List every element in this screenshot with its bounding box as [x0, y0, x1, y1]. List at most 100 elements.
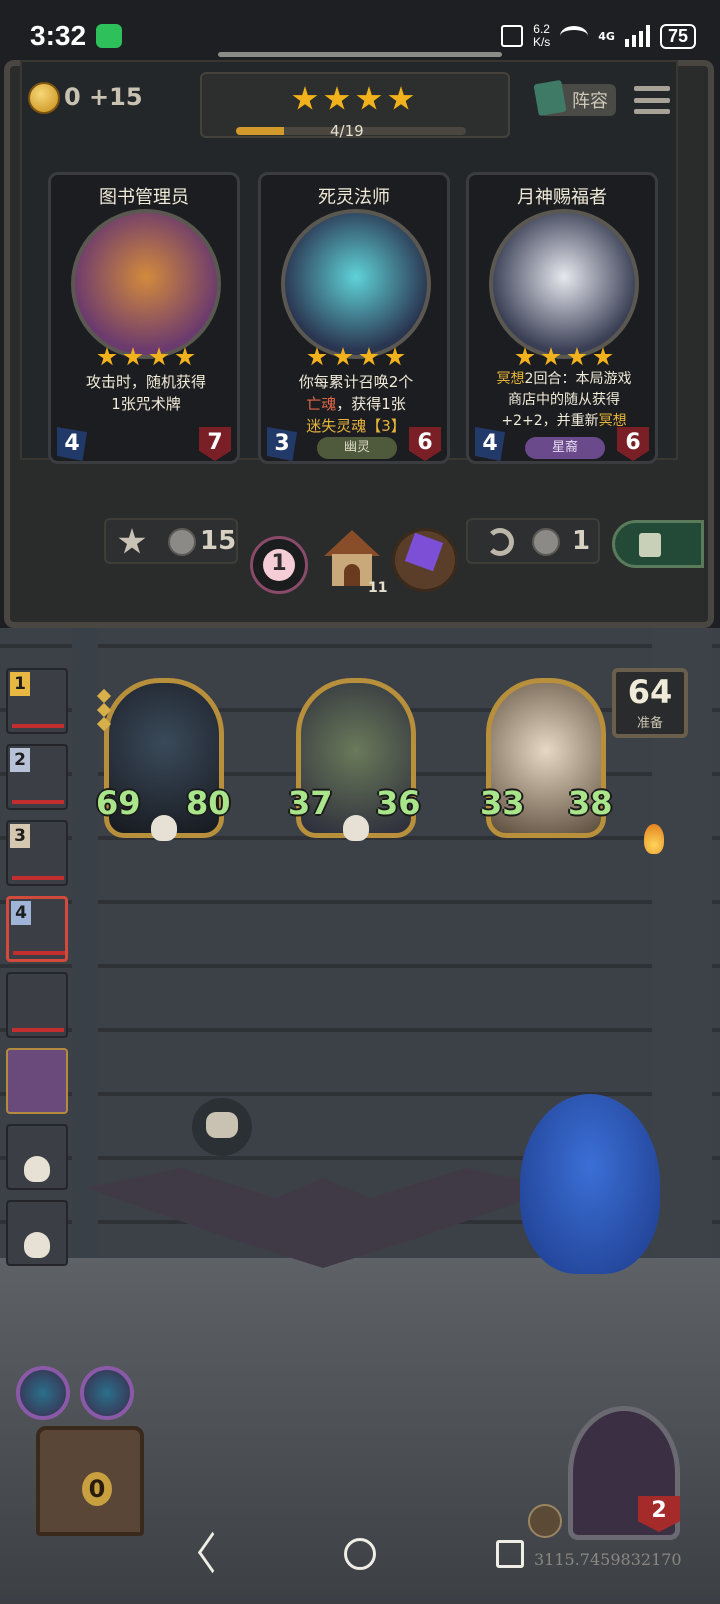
opponent-health-bar: [12, 1028, 64, 1032]
menu-line: [634, 97, 670, 103]
opponent-avatar[interactable]: 1: [6, 668, 68, 734]
opponent-avatar[interactable]: 2: [6, 744, 68, 810]
minion-health: 38: [568, 784, 613, 822]
chat-bubble-icon: [206, 1112, 238, 1138]
skull-icon: [24, 1156, 50, 1182]
lock-shop-button[interactable]: [612, 520, 704, 568]
skull-icon: [343, 815, 369, 841]
star-icon: [123, 347, 143, 366]
card-desc-keyword: 亡魂: [306, 395, 337, 413]
wechat-notification-icon: [96, 24, 123, 48]
chat-button[interactable]: [192, 1098, 252, 1156]
star-icon: [541, 347, 561, 366]
minion-health: 36: [376, 784, 421, 822]
pet-bird[interactable]: [520, 1094, 660, 1274]
trinket-icon[interactable]: [16, 1366, 70, 1420]
gem-marks: [96, 688, 112, 732]
upgrade-tavern-button[interactable]: 15: [104, 518, 238, 564]
nav-home-button[interactable]: [344, 1538, 376, 1570]
card-attack: 3: [267, 427, 297, 461]
opponent-rank: 1: [10, 672, 30, 696]
star-icon: [385, 347, 405, 366]
book-icon: [533, 79, 567, 117]
card-desc-line: 1张咒术牌: [111, 395, 181, 413]
drag-handle[interactable]: [218, 52, 502, 57]
card-stars: [307, 347, 405, 367]
star-icon: [359, 347, 379, 366]
minion-attack: 69: [96, 784, 141, 822]
card-tribe-badge: 星裔: [525, 437, 605, 459]
opponent-avatar-eliminated[interactable]: [6, 1200, 68, 1266]
card-desc-line: 攻击时，随机获得: [85, 373, 206, 391]
card-tribe-badge: 幽灵: [317, 437, 397, 459]
nav-back-button[interactable]: [196, 1538, 224, 1570]
star-icon: [149, 347, 169, 366]
opponent-health-bar: [12, 724, 64, 728]
card-desc-keyword: 冥想: [598, 413, 627, 429]
star-icon: [388, 86, 414, 110]
shop-card-necromancer[interactable]: 死灵法师 你每累计召唤2个 亡魂，获得1张 迷失灵魂【3】 幽灵 3 6: [258, 172, 450, 464]
librarian-portrait: [71, 209, 221, 359]
refresh-cost: 1: [572, 526, 591, 556]
opponent-rank: 2: [10, 748, 30, 772]
bat-emblem: [86, 1168, 560, 1268]
vibrate-icon: [500, 25, 523, 47]
tier-xp-fill: [236, 127, 285, 135]
card-health: 6: [617, 427, 649, 461]
nav-recents-button[interactable]: [496, 1540, 524, 1568]
house-door: [344, 564, 360, 586]
lock-icon: [639, 533, 661, 557]
card-health: 6: [409, 427, 441, 461]
trinket-icon[interactable]: [80, 1366, 134, 1420]
torch-icon: [644, 824, 670, 884]
card-desc-line: +2+2，并重新: [501, 413, 599, 429]
flower-token-button[interactable]: 1: [250, 536, 308, 594]
gold-coin-icon: [28, 82, 60, 114]
gold-counter: 0 +15: [64, 83, 143, 111]
refresh-shop-button[interactable]: 1: [466, 518, 600, 564]
opponent-avatar-eliminated[interactable]: [6, 1124, 68, 1190]
menu-line: [634, 109, 670, 114]
shop-card-librarian[interactable]: 图书管理员 攻击时，随机获得 1张咒术牌 4 7: [48, 172, 240, 464]
signal-icon: [624, 25, 650, 47]
tier-xp-text: 4/19: [330, 122, 364, 140]
star-icon: [567, 347, 587, 366]
shop-card-moon-blessed[interactable]: 月神赐福者 冥想2回合：本局游戏 商店中的随从获得 +2+2，并重新冥想 星裔 …: [466, 172, 658, 464]
card-desc-line: 你每累计召唤2个: [298, 373, 414, 391]
house-count: 11: [368, 580, 388, 596]
card-desc-line: 商店中的随从获得: [508, 392, 620, 408]
network-speed-unit: K/s: [532, 35, 551, 49]
minion-health: 80: [186, 784, 231, 822]
upgrade-cost: 15: [200, 526, 237, 556]
star-icon: [292, 86, 318, 110]
network-speed: 6.2 K/s: [533, 23, 550, 49]
card-stars: [97, 347, 195, 367]
clock: 3:32: [30, 20, 87, 51]
opponent-avatar[interactable]: 3: [6, 820, 68, 886]
network-type: 4G: [598, 29, 615, 43]
refresh-icon: [486, 528, 514, 556]
prep-timer: 64 准备: [612, 668, 688, 738]
opponent-avatar[interactable]: [6, 972, 68, 1038]
card-description: 攻击时，随机获得 1张咒术牌: [67, 371, 225, 415]
opponent-avatar-self[interactable]: 4: [6, 896, 68, 962]
card-desc-line: ，获得1张: [336, 395, 406, 413]
hand-count: 0: [82, 1472, 112, 1506]
wifi-icon: [560, 26, 589, 46]
minion-attack: 37: [288, 784, 333, 822]
gem-icon: [404, 532, 444, 572]
gem-bag-icon[interactable]: [392, 528, 458, 592]
coin-icon: [168, 528, 196, 556]
card-name: 图书管理员: [99, 187, 189, 208]
star-icon: [97, 347, 117, 366]
opponent-health-bar: [12, 800, 64, 804]
opponent-avatar[interactable]: [6, 1048, 68, 1114]
moon-blessed-portrait: [489, 209, 639, 359]
card-name: 月神赐福者: [517, 187, 607, 208]
system-nav-bar: [0, 1504, 720, 1604]
card-desc-keyword: 冥想: [496, 371, 525, 387]
menu-button[interactable]: [632, 82, 672, 118]
flower-count: 1: [271, 551, 287, 576]
opponent-health-bar: [13, 951, 65, 955]
flame-icon: [644, 824, 664, 854]
